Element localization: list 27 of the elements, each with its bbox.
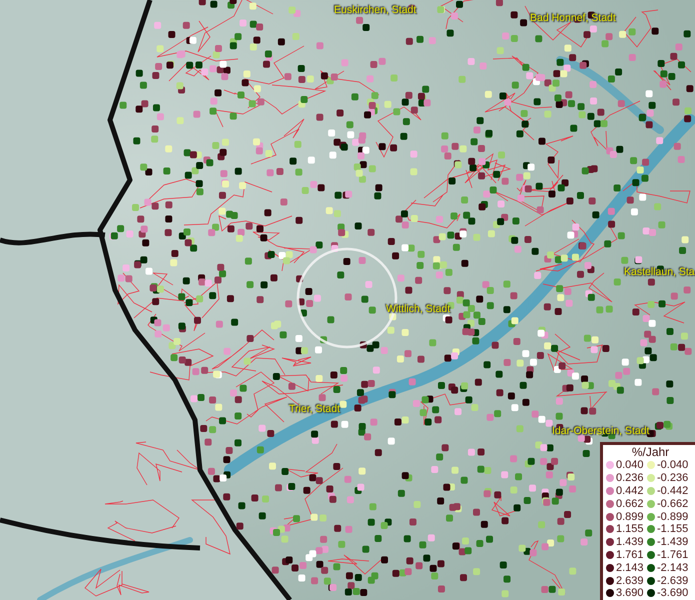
legend-label: -0.662 — [657, 498, 688, 510]
legend-label: -0.236 — [657, 472, 688, 484]
legend-label: 1.439 — [616, 536, 644, 548]
legend-label: 0.236 — [616, 472, 644, 484]
legend-label: -0.442 — [657, 484, 688, 497]
legend-label: -2.639 — [657, 574, 688, 587]
place-label: Kastellaun, Sta — [624, 266, 695, 278]
place-label: Trier, Stadt — [289, 403, 340, 415]
legend-label: 2.639 — [616, 574, 644, 587]
legend-label: -1.439 — [657, 536, 688, 548]
legend-label: -3.690 — [657, 587, 688, 600]
legend-label: 2.143 — [616, 562, 644, 574]
legend-label: -2.143 — [657, 562, 688, 574]
legend-label: 0.040 — [616, 459, 644, 472]
place-label: Euskirchen, Stadt — [334, 4, 416, 16]
legend-title: %/Jahr — [630, 446, 670, 459]
legend-label: 3.690 — [616, 587, 644, 600]
legend-label: -1.761 — [657, 548, 688, 561]
legend-label: -1.155 — [657, 523, 688, 536]
place-label: Wittlich, Stadt — [386, 303, 450, 315]
legend-label: 0.442 — [616, 484, 644, 497]
legend-label: 0.899 — [616, 510, 644, 523]
legend-label: -0.040 — [657, 459, 688, 472]
legend-label: 0.662 — [616, 498, 644, 510]
legend-label: -0.899 — [657, 510, 688, 523]
legend-label: 1.155 — [616, 523, 644, 536]
legend-label: 1.761 — [616, 548, 644, 561]
